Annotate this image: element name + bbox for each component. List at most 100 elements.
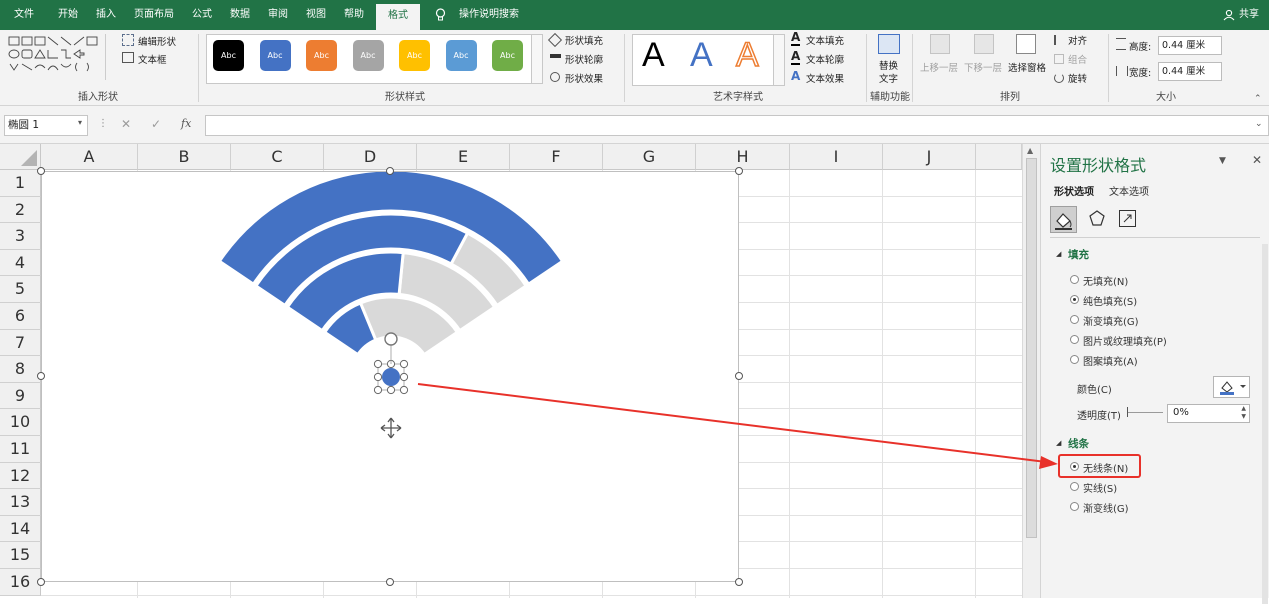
transparency-input[interactable]: 0% ▲ ▼: [1167, 404, 1250, 423]
scroll-up-icon[interactable]: ▲: [1027, 146, 1033, 155]
pane-options-icon[interactable]: ▼: [1219, 156, 1226, 166]
align-button[interactable]: 对齐: [1068, 33, 1087, 47]
vertical-scrollbar[interactable]: ▲: [1022, 144, 1040, 598]
row-header-7[interactable]: 7: [0, 329, 41, 357]
pane-scrollbar[interactable]: [1262, 244, 1268, 604]
chart-handle-tr[interactable]: [735, 167, 743, 175]
row-header-8[interactable]: 8: [0, 356, 41, 383]
column-header-b[interactable]: B: [138, 144, 231, 170]
tab-view[interactable]: 视图: [298, 0, 334, 30]
tab-data[interactable]: 数据: [222, 0, 258, 30]
line-option-label[interactable]: 实线(S): [1083, 480, 1117, 495]
row-header-13[interactable]: 13: [0, 489, 41, 516]
alt-text-line2[interactable]: 文字: [879, 71, 898, 85]
column-header-c[interactable]: C: [231, 144, 324, 170]
enter-icon[interactable]: ✓: [151, 117, 161, 131]
fill-radio-1[interactable]: [1070, 295, 1079, 304]
effects-tab-icon[interactable]: [1087, 208, 1107, 228]
name-box-dropdown-icon[interactable]: ▾: [78, 118, 82, 127]
chart-handle-bm[interactable]: [386, 578, 394, 586]
resize-handle[interactable]: [373, 372, 383, 382]
row-header-2[interactable]: 2: [0, 196, 41, 224]
fill-option-label[interactable]: 图片或纹理填充(P): [1083, 333, 1167, 348]
chart-handle-mr[interactable]: [735, 372, 743, 380]
shape-style-swatch[interactable]: Abc: [399, 40, 430, 71]
column-header-h[interactable]: H: [696, 144, 790, 170]
column-header-g[interactable]: G: [603, 144, 696, 170]
send-backward-button[interactable]: 下移一层: [964, 60, 1002, 74]
tab-help[interactable]: 帮助: [336, 0, 372, 30]
shape-effects-button[interactable]: 形状效果: [565, 71, 603, 85]
row-header-3[interactable]: 3: [0, 223, 41, 250]
row-header-5[interactable]: 5: [0, 276, 41, 303]
resize-handle[interactable]: [373, 359, 383, 369]
bring-forward-button[interactable]: 上移一层: [920, 60, 958, 74]
tab-formulas[interactable]: 公式: [184, 0, 220, 30]
chart-area[interactable]: [41, 171, 739, 582]
chart-handle-tm[interactable]: [386, 167, 394, 175]
shape-style-swatch[interactable]: Abc: [259, 40, 291, 71]
select-all-corner[interactable]: [0, 144, 41, 170]
rotate-button[interactable]: 旋转: [1068, 71, 1087, 85]
fill-section-title[interactable]: 填充: [1068, 247, 1089, 262]
line-radio-1[interactable]: [1070, 482, 1079, 491]
spinner-icon[interactable]: ▲ ▼: [1241, 405, 1246, 421]
column-header-f[interactable]: F: [510, 144, 603, 170]
wordart-black[interactable]: A: [642, 36, 665, 75]
expand-formula-icon[interactable]: ⌄: [1255, 119, 1263, 129]
tab-review[interactable]: 审阅: [260, 0, 296, 30]
transparency-slider-thumb[interactable]: [1127, 407, 1128, 417]
tab-page-layout[interactable]: 页面布局: [128, 0, 180, 30]
alt-text-line1[interactable]: 替换: [879, 58, 898, 72]
shape-style-swatch[interactable]: Abc: [306, 40, 337, 71]
transparency-slider[interactable]: [1127, 412, 1163, 413]
column-header-a[interactable]: A: [41, 144, 138, 170]
shape-style-swatch[interactable]: Abc: [492, 40, 523, 71]
row-header-12[interactable]: 12: [0, 462, 41, 490]
formula-input[interactable]: [205, 115, 1269, 136]
column-header-d[interactable]: D: [324, 144, 417, 170]
chart-handle-ml[interactable]: [37, 372, 45, 380]
fill-option-label[interactable]: 无填充(N): [1083, 273, 1128, 288]
text-fill-button[interactable]: 文本填充: [806, 33, 844, 47]
column-header-i[interactable]: I: [790, 144, 883, 170]
row-header-10[interactable]: 10: [0, 409, 41, 436]
text-outline-button[interactable]: 文本轮廓: [806, 52, 844, 66]
style-gallery-scroll[interactable]: [531, 34, 543, 84]
row-header-1[interactable]: 1: [0, 170, 41, 197]
scroll-thumb[interactable]: [1026, 158, 1037, 538]
size-properties-icon[interactable]: [1119, 210, 1136, 227]
column-header-e[interactable]: E: [417, 144, 510, 170]
tab-text-options[interactable]: 文本选项: [1109, 183, 1149, 198]
tab-insert[interactable]: 插入: [88, 0, 124, 30]
name-box[interactable]: 椭圆 1: [4, 115, 88, 136]
group-button[interactable]: 组合: [1068, 52, 1087, 66]
shape-style-swatch[interactable]: Abc: [445, 40, 477, 71]
fill-line-icon[interactable]: [1050, 206, 1077, 233]
line-radio-2[interactable]: [1070, 502, 1079, 511]
resize-handle[interactable]: [386, 385, 396, 395]
row-header-11[interactable]: 11: [0, 436, 41, 463]
selected-ellipse[interactable]: [382, 368, 400, 386]
close-icon[interactable]: ✕: [1252, 153, 1262, 167]
shape-style-swatch[interactable]: Abc: [352, 40, 384, 71]
chart-handle-tl[interactable]: [37, 167, 45, 175]
line-section-collapse-icon[interactable]: ◢: [1056, 439, 1061, 447]
wordart-orange-outline[interactable]: A: [735, 35, 759, 75]
shape-style-swatch[interactable]: Abc: [213, 40, 244, 71]
rotate-handle-icon[interactable]: [384, 332, 398, 346]
column-header-j[interactable]: J: [883, 144, 976, 170]
fill-radio-2[interactable]: [1070, 315, 1079, 324]
color-picker[interactable]: [1213, 376, 1250, 398]
selection-pane-button[interactable]: 选择窗格: [1008, 60, 1046, 74]
shape-gallery[interactable]: [8, 34, 114, 84]
line-section-title[interactable]: 线条: [1068, 436, 1089, 451]
shape-fill-button[interactable]: 形状填充: [565, 33, 603, 47]
row-header-9[interactable]: 9: [0, 382, 41, 410]
wordart-gallery-scroll[interactable]: [773, 34, 785, 86]
shape-outline-button[interactable]: 形状轮廓: [565, 52, 603, 66]
tab-format[interactable]: 格式: [376, 4, 420, 30]
share-button[interactable]: 共享: [1236, 0, 1262, 30]
worksheet-grid[interactable]: ABCDEFGHIJ 1 2 3 4 5 6 7 8 9 10 11 12 13 14 15 16: [0, 144, 1022, 598]
fill-option-label[interactable]: 渐变填充(G): [1083, 313, 1139, 328]
